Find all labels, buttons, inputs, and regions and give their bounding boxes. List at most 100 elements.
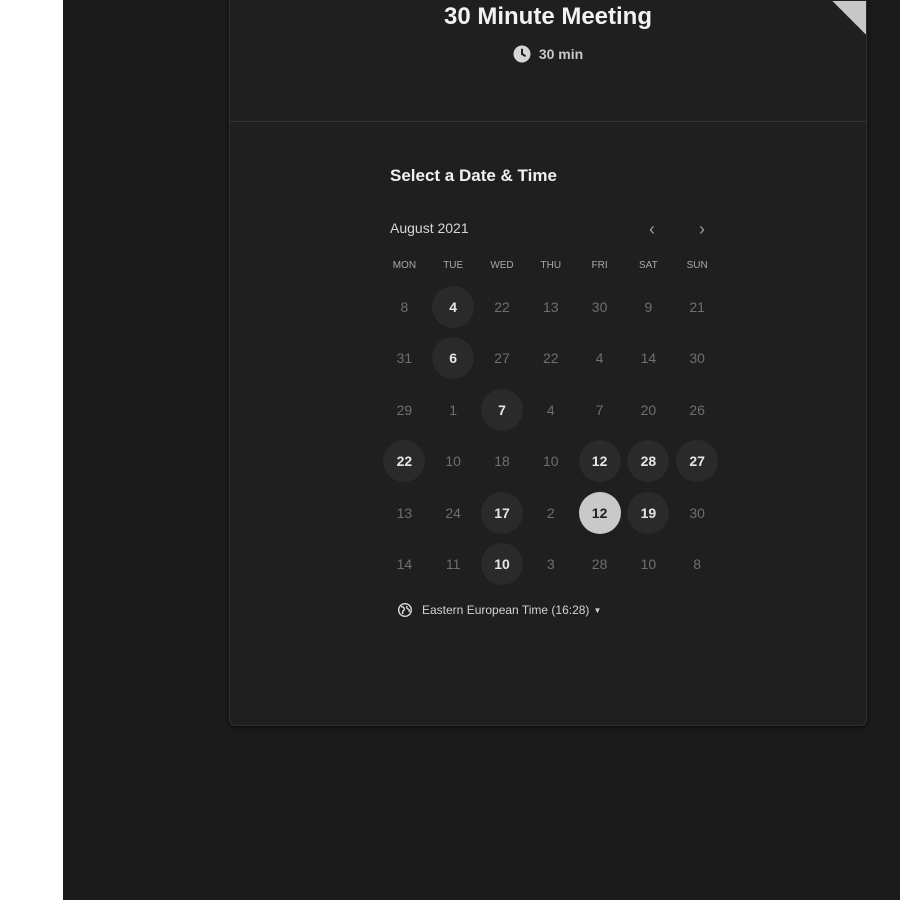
unavailable-day: 31	[396, 350, 413, 367]
unavailable-day: 10	[640, 556, 657, 573]
timezone-label: Eastern European Time (16:28)	[422, 603, 590, 617]
event-title: 30 Minute Meeting	[443, 3, 653, 30]
weekday-wed: WED	[490, 260, 514, 271]
calendar-cell: 1	[429, 384, 478, 436]
selected-day-button[interactable]: 12	[578, 491, 621, 534]
available-day-button[interactable]: 22	[383, 440, 426, 483]
duration-label: 30 min	[538, 46, 584, 62]
weekday-fri: FRI	[591, 260, 608, 271]
calendar-cell: 12	[575, 436, 624, 488]
calendar-cell: 2	[526, 487, 575, 539]
weekday-sun: SUN	[686, 260, 708, 271]
calendar-cell: 13	[526, 281, 575, 333]
weekday-tue: TUE	[443, 260, 464, 271]
previous-month-button[interactable]: ‹	[640, 218, 664, 242]
weekday-mon: MON	[392, 260, 417, 271]
calendar-cell: 22	[478, 281, 527, 333]
unavailable-day: 10	[542, 453, 559, 470]
available-day-button[interactable]: 10	[480, 543, 523, 586]
calendar-cell: 28	[624, 436, 673, 488]
unavailable-day: 9	[644, 298, 653, 315]
unavailable-day: 13	[542, 298, 559, 315]
unavailable-day: 27	[494, 350, 510, 367]
timezone-selector[interactable]: Eastern European Time (16:28) ▼	[398, 603, 601, 617]
page-background: 30 Minute Meeting 30 min Select a Date &…	[63, 0, 900, 900]
unavailable-day: 29	[396, 401, 413, 418]
available-day-button[interactable]: 12	[578, 440, 621, 483]
calendar-cell: 4	[429, 281, 478, 333]
available-day-button[interactable]: 7	[480, 388, 523, 431]
unavailable-day: 11	[445, 556, 461, 573]
unavailable-day: 13	[396, 504, 413, 521]
calendar-cell: 13	[380, 487, 429, 539]
available-day-button[interactable]: 6	[432, 337, 475, 380]
clock-icon	[513, 45, 531, 63]
unavailable-day: 14	[396, 556, 413, 573]
unavailable-day: 8	[400, 298, 409, 315]
unavailable-day: 18	[494, 453, 510, 470]
unavailable-day: 7	[595, 401, 604, 418]
unavailable-day: 10	[445, 453, 461, 470]
available-day-button[interactable]: 27	[676, 440, 719, 483]
calendar-cell: 10	[429, 436, 478, 488]
unavailable-day: 24	[445, 504, 461, 521]
chevron-left-icon: ‹	[649, 219, 655, 239]
unavailable-day: 30	[689, 350, 705, 367]
unavailable-day: 2	[546, 504, 555, 521]
calendar-cell: 6	[429, 333, 478, 385]
month-label: August 2021	[390, 220, 469, 236]
available-day-button[interactable]: 4	[432, 285, 475, 328]
weekday-header: MON TUE WED THU FRI SAT SUN	[380, 260, 730, 271]
calendar-cell: 3	[526, 539, 575, 591]
calendar-cell: 31	[380, 333, 429, 385]
calendar-cell: 27	[673, 436, 722, 488]
calendar-cell: 14	[380, 539, 429, 591]
calendar-cell: 24	[429, 487, 478, 539]
calendar-cell: 4	[526, 384, 575, 436]
calendar-cell: 30	[673, 487, 722, 539]
section-title: Select a Date & Time	[390, 166, 557, 185]
calendar-cell: 7	[478, 384, 527, 436]
calendar-cell: 27	[478, 333, 527, 385]
calendar-cell: 11	[429, 539, 478, 591]
unavailable-day: 28	[591, 556, 608, 573]
next-month-button[interactable]: ›	[690, 218, 714, 242]
caret-down-icon: ▼	[593, 605, 602, 615]
calendar-cell: 30	[673, 333, 722, 385]
unavailable-day: 3	[546, 556, 555, 573]
calendar-cell: 9	[624, 281, 673, 333]
calendar-cell: 26	[673, 384, 722, 436]
weekday-sat: SAT	[639, 260, 658, 271]
calendar-cell: 17	[478, 487, 527, 539]
calendar-cell: 21	[673, 281, 722, 333]
calendar-cell: 22	[380, 436, 429, 488]
calendar-cell: 20	[624, 384, 673, 436]
available-day-button[interactable]: 17	[480, 491, 523, 534]
calendar-cell: 22	[526, 333, 575, 385]
calendar-cell: 10	[526, 436, 575, 488]
calendar-cell: 7	[575, 384, 624, 436]
unavailable-day: 22	[542, 350, 559, 367]
unavailable-day: 26	[689, 401, 705, 418]
unavailable-day: 4	[546, 401, 555, 418]
event-header: 30 Minute Meeting 30 min	[230, 1, 866, 122]
unavailable-day: 30	[689, 504, 705, 521]
globe-icon	[398, 603, 412, 617]
unavailable-day: 21	[689, 298, 705, 315]
unavailable-day: 22	[494, 298, 510, 315]
calendar-cell: 8	[673, 539, 722, 591]
unavailable-day: 1	[449, 401, 458, 418]
month-navigation: August 2021 ‹ ›	[390, 218, 720, 242]
calendar-cell: 8	[380, 281, 429, 333]
unavailable-day: 8	[693, 556, 702, 573]
calendar-cell: 18	[478, 436, 527, 488]
unavailable-day: 20	[640, 401, 657, 418]
calendar-cell: 19	[624, 487, 673, 539]
calendar-cell: 4	[575, 333, 624, 385]
unavailable-day: 4	[595, 350, 604, 367]
calendar-cell: 10	[478, 539, 527, 591]
available-day-button[interactable]: 28	[627, 440, 670, 483]
available-day-button[interactable]: 19	[627, 491, 670, 534]
chevron-right-icon: ›	[699, 219, 705, 239]
calendar-cell: 12	[575, 487, 624, 539]
